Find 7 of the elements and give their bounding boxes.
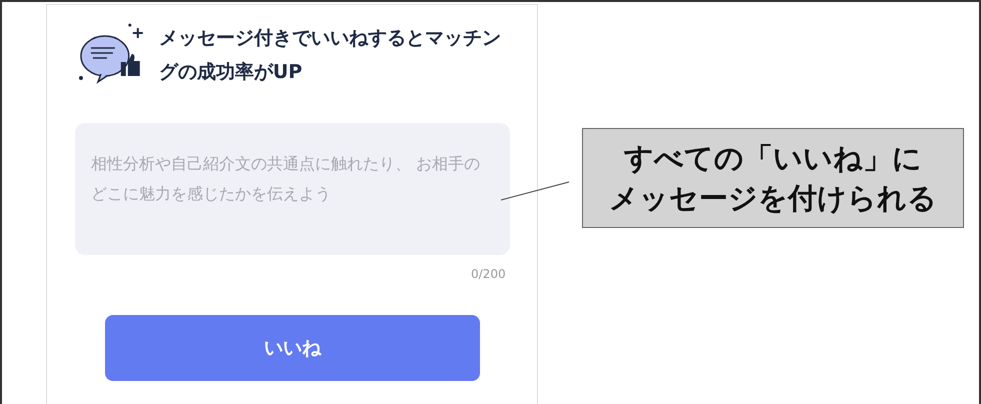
message-field[interactable]: 相性分析や自己紹介文の共通点に触れたり、 お相手のどこに魅力を感じたかを伝えよう <box>75 123 510 255</box>
like-button[interactable]: いいね <box>105 315 480 381</box>
card-title: メッセージ付きでいいねするとマッチングの成功率がUP <box>158 26 502 85</box>
callout-text: すべての「いいね」に <box>624 140 922 177</box>
character-counter: 0/200 <box>471 267 506 281</box>
leader-line <box>500 180 570 202</box>
callout-text: メッセージを付けられる <box>609 180 937 217</box>
